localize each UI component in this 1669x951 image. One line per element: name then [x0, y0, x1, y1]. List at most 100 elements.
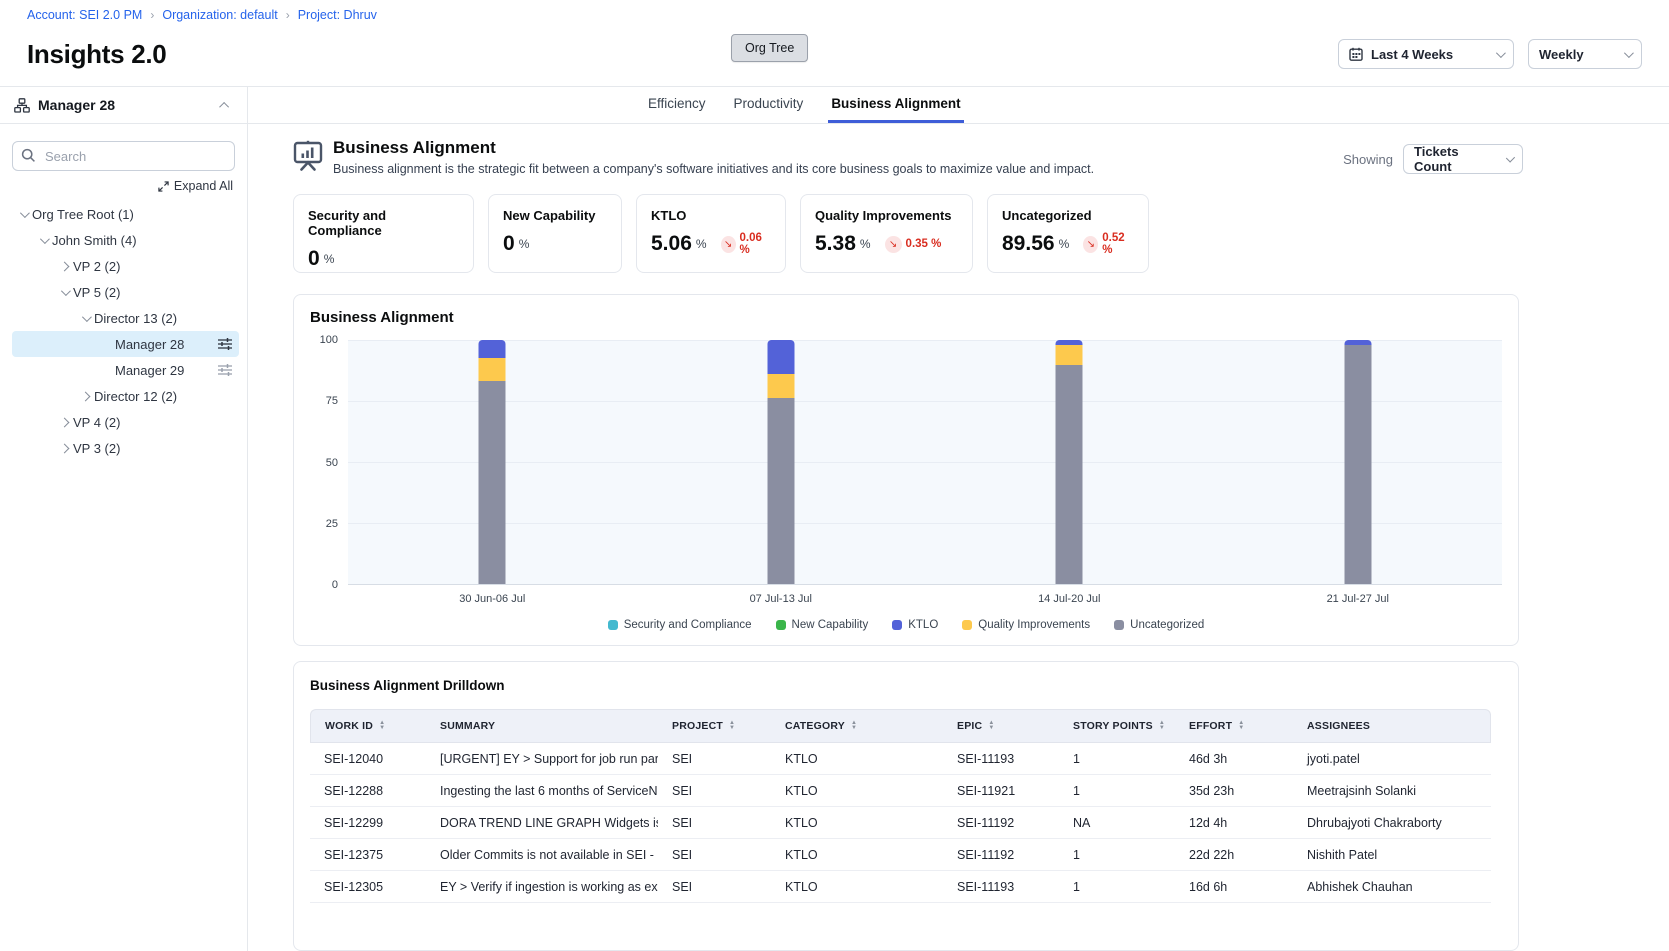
cell-work-id: SEI-12040	[310, 743, 426, 775]
chevron-down-icon[interactable]	[60, 286, 70, 296]
tree-item-label: VP 4 (2)	[73, 415, 120, 430]
search-input[interactable]	[12, 141, 235, 171]
sort-icon[interactable]: ▲▼	[1159, 721, 1165, 731]
table-row[interactable]: SEI-12375Older Commits is not available …	[310, 839, 1491, 871]
org-tree-button[interactable]: Org Tree	[731, 34, 808, 62]
chevron-down-icon[interactable]	[81, 312, 91, 322]
bar-segment-quality-improvements	[479, 358, 506, 380]
cell-assignees: Meetrajsinh Solanki	[1293, 775, 1491, 807]
tree-item-vp-3[interactable]: VP 3 (2)	[12, 435, 239, 461]
cell-effort: 12d 4h	[1175, 807, 1293, 839]
metric-label: Uncategorized	[1002, 208, 1134, 223]
cell-epic: SEI-11921	[943, 775, 1059, 807]
chevron-down-icon[interactable]	[39, 234, 49, 244]
legend-label: KTLO	[908, 619, 938, 631]
showing-dropdown[interactable]: Tickets Count	[1403, 144, 1523, 174]
x-tick: 07 Jul-13 Jul	[637, 593, 926, 605]
table-row[interactable]: SEI-12040[URGENT] EY > Support for job r…	[310, 743, 1491, 775]
legend-item-security-and-compliance[interactable]: Security and Compliance	[608, 619, 752, 631]
tree-item-vp-4[interactable]: VP 4 (2)	[12, 409, 239, 435]
org-hierarchy-icon	[14, 98, 30, 113]
legend-item-ktlo[interactable]: KTLO	[892, 619, 938, 631]
chevron-down-icon[interactable]	[19, 208, 29, 218]
tree-item-manager-29[interactable]: Manager 29	[12, 357, 239, 383]
column-header-project[interactable]: PROJECT▲▼	[658, 709, 771, 743]
bar-segment-ktlo	[767, 340, 794, 374]
sort-icon[interactable]: ▲▼	[851, 721, 857, 731]
cell-effort: 35d 23h	[1175, 775, 1293, 807]
column-header-effort[interactable]: EFFORT▲▼	[1175, 709, 1293, 743]
tab-business-alignment[interactable]: Business Alignment	[828, 87, 963, 123]
section-title: Business Alignment	[333, 138, 1094, 158]
stacked-bar	[767, 340, 794, 584]
sort-icon[interactable]: ▲▼	[1238, 721, 1244, 731]
breadcrumb-project-link[interactable]: Project: Dhruv	[298, 8, 377, 22]
metric-card-new-capability: New Capability 0%	[488, 194, 622, 273]
table-header-row: WORK ID▲▼ SUMMARY PROJECT▲▼ CATEGORY▲▼ E…	[310, 709, 1491, 743]
legend-swatch	[962, 620, 972, 630]
sidebar-title: Manager 28	[38, 97, 210, 113]
tab-productivity[interactable]: Productivity	[731, 87, 807, 123]
column-header-epic[interactable]: EPIC▲▼	[943, 709, 1059, 743]
tree-item-director-13[interactable]: Director 13 (2)	[12, 305, 239, 331]
sidebar-collapse-button[interactable]	[218, 92, 233, 118]
search-icon	[21, 148, 36, 168]
chevron-right-icon: ›	[150, 8, 154, 22]
chevron-right-icon[interactable]	[59, 417, 69, 427]
cell-summary: Older Commits is not available in SEI - …	[426, 839, 658, 871]
metric-label: Security and Compliance	[308, 208, 459, 238]
stacked-bar	[1344, 340, 1371, 584]
table-row[interactable]: SEI-12288Ingesting the last 6 months of …	[310, 775, 1491, 807]
legend-item-quality-improvements[interactable]: Quality Improvements	[962, 619, 1090, 631]
tree-item-john-smith[interactable]: John Smith (4)	[12, 227, 239, 253]
tree-item-org-tree-root[interactable]: Org Tree Root (1)	[12, 201, 239, 227]
column-header-story-points[interactable]: STORY POINTS▲▼	[1059, 709, 1175, 743]
sort-icon[interactable]: ▲▼	[988, 721, 994, 731]
tree-item-vp-5[interactable]: VP 5 (2)	[12, 279, 239, 305]
tab-efficiency[interactable]: Efficiency	[645, 87, 709, 123]
granularity-value: Weekly	[1539, 47, 1584, 62]
tree-item-vp-2[interactable]: VP 2 (2)	[12, 253, 239, 279]
tab-bar: Efficiency Productivity Business Alignme…	[248, 87, 1669, 124]
chevron-right-icon[interactable]	[59, 443, 69, 453]
tree-item-label: Director 12 (2)	[94, 389, 177, 404]
table-row[interactable]: SEI-12305EY > Verify if ingestion is wor…	[310, 871, 1491, 903]
expand-all-button[interactable]: Expand All	[158, 179, 233, 193]
cell-assignees: jyoti.patel	[1293, 743, 1491, 775]
table-row[interactable]: SEI-12299DORA TREND LINE GRAPH Widgets i…	[310, 807, 1491, 839]
presentation-chart-icon	[293, 140, 323, 172]
sort-icon[interactable]: ▲▼	[379, 721, 385, 731]
column-header-assignees: ASSIGNEES	[1293, 709, 1491, 743]
cell-story-points: 1	[1059, 743, 1175, 775]
tree-item-director-12[interactable]: Director 12 (2)	[12, 383, 239, 409]
tree-item-label: John Smith (4)	[52, 233, 137, 248]
filter-sliders-icon[interactable]	[217, 337, 233, 351]
chart-title: Business Alignment	[310, 309, 1502, 326]
content-area: Business Alignment Business alignment is…	[248, 124, 1669, 951]
legend-item-uncategorized[interactable]: Uncategorized	[1114, 619, 1204, 631]
showing-label: Showing	[1343, 152, 1393, 167]
chevron-right-icon[interactable]	[59, 261, 69, 271]
column-header-category[interactable]: CATEGORY▲▼	[771, 709, 943, 743]
sort-icon[interactable]: ▲▼	[729, 721, 735, 731]
metric-change-badge: ↘0.35 %	[885, 236, 942, 253]
cell-project: SEI	[658, 775, 771, 807]
cell-story-points: 1	[1059, 775, 1175, 807]
chevron-right-icon[interactable]	[80, 391, 90, 401]
metric-label: KTLO	[651, 208, 771, 223]
filter-sliders-icon[interactable]	[217, 363, 233, 377]
bar-segment-quality-improvements	[1056, 345, 1083, 365]
bar-segment-quality-improvements	[767, 374, 794, 398]
cell-work-id: SEI-12288	[310, 775, 426, 807]
date-range-dropdown[interactable]: Last 4 Weeks	[1338, 39, 1514, 69]
breadcrumb-organization-link[interactable]: Organization: default	[162, 8, 277, 22]
breadcrumb-account-link[interactable]: Account: SEI 2.0 PM	[27, 8, 142, 22]
metric-unit: %	[696, 237, 707, 251]
tree-item-manager-28[interactable]: Manager 28	[12, 331, 239, 357]
granularity-dropdown[interactable]: Weekly	[1528, 39, 1642, 69]
section-description: Business alignment is the strategic fit …	[333, 162, 1094, 176]
tree-item-label: VP 5 (2)	[73, 285, 120, 300]
metric-change-value: 0.52 %	[1102, 232, 1134, 256]
legend-item-new-capability[interactable]: New Capability	[776, 619, 869, 631]
column-header-work-id[interactable]: WORK ID▲▼	[310, 709, 426, 743]
